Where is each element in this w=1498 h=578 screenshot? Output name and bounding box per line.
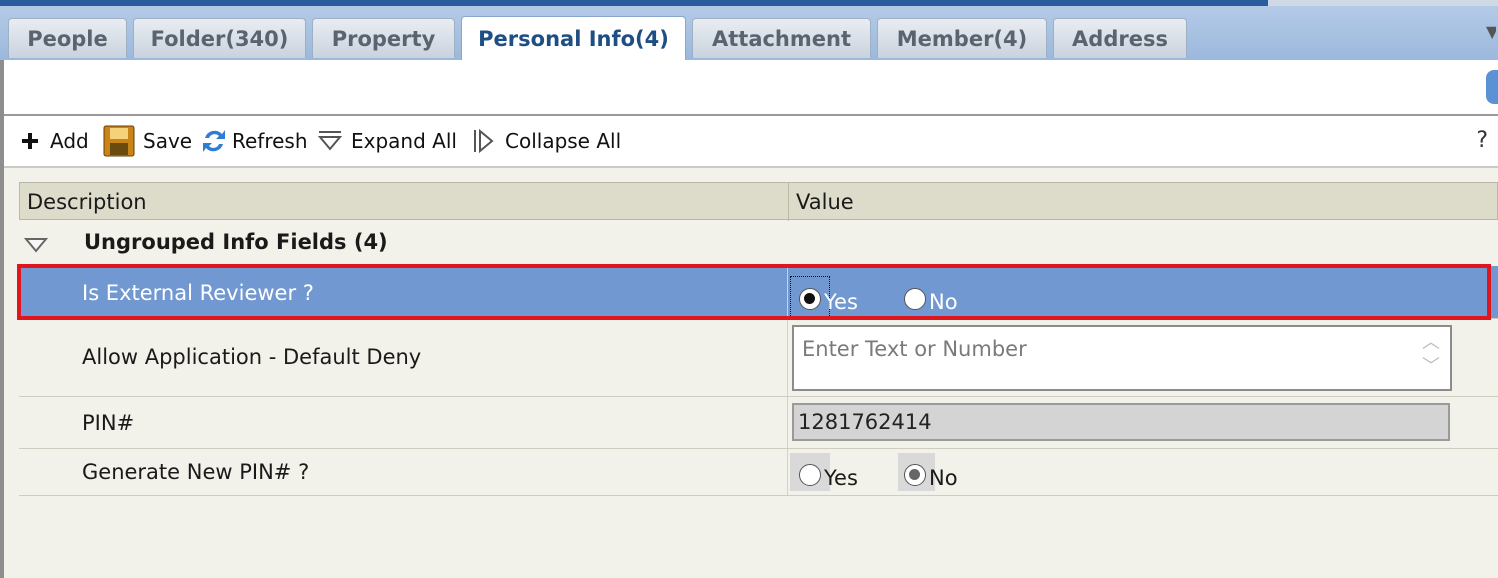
table-row: Allow Application - Default Deny Enter T… (19, 319, 1498, 397)
column-divider (787, 397, 788, 448)
save-label: Save (143, 129, 193, 153)
collapse-triangle-icon[interactable] (23, 234, 49, 258)
radio-circle (904, 288, 926, 310)
refresh-icon (200, 125, 228, 157)
generate-pin-yes-radio[interactable]: Yes (799, 460, 858, 490)
expand-all-button[interactable]: Expand All (317, 124, 457, 158)
toolbar: Add Save Refresh Expand All Collapse All… (4, 116, 1498, 168)
collapse-all-button[interactable]: Collapse All (471, 124, 621, 158)
row-label: Is External Reviewer ? (82, 281, 314, 305)
grid-header: Description Value (19, 182, 1498, 221)
tab-address[interactable]: Address (1053, 18, 1187, 58)
column-divider (787, 449, 788, 495)
radio-label: Yes (824, 466, 858, 490)
tab-scroll-icon[interactable]: ▼ (1486, 22, 1496, 52)
external-reviewer-no-radio[interactable]: No (904, 284, 958, 314)
plus-icon (18, 129, 42, 153)
radio-label: No (929, 466, 958, 490)
textarea-placeholder: Enter Text or Number (802, 337, 1027, 361)
column-header-description[interactable]: Description (27, 190, 147, 214)
column-divider (787, 266, 788, 318)
table-row: Generate New PIN# ? Yes No (19, 449, 1498, 496)
refresh-label: Refresh (232, 129, 308, 153)
generate-pin-no-radio[interactable]: No (904, 460, 958, 490)
radio-circle (799, 288, 821, 310)
radio-label: Yes (824, 290, 858, 314)
group-row[interactable]: Ungrouped Info Fields (4) (19, 220, 1498, 266)
allow-application-textarea[interactable]: Enter Text or Number ︿ ﹀ (792, 325, 1452, 391)
radio-circle (904, 464, 926, 486)
expand-all-label: Expand All (351, 129, 457, 153)
add-button[interactable]: Add (18, 124, 89, 158)
row-label: Allow Application - Default Deny (82, 345, 422, 369)
refresh-button[interactable]: Refresh (200, 124, 308, 158)
tab-personal-info[interactable]: Personal Info(4) (461, 16, 686, 60)
column-header-value[interactable]: Value (796, 190, 854, 214)
table-row[interactable]: Is External Reviewer ? Yes No (19, 266, 1498, 319)
column-divider (788, 183, 789, 221)
group-title: Ungrouped Info Fields (4) (84, 230, 388, 254)
row-label: PIN# (82, 411, 135, 435)
info-fields-grid: Description Value Ungrouped Info Fields … (19, 182, 1498, 578)
tab-attachment[interactable]: Attachment (692, 18, 871, 58)
save-button[interactable]: Save (103, 124, 192, 158)
radio-label: No (929, 290, 958, 314)
radio-circle (799, 464, 821, 486)
floppy-disk-icon (103, 125, 135, 157)
expand-all-icon (317, 128, 343, 154)
column-divider (787, 319, 788, 396)
add-label: Add (50, 129, 89, 153)
tab-member[interactable]: Member(4) (877, 18, 1047, 58)
pin-field: 1281762414 (792, 403, 1450, 441)
table-row: PIN# 1281762414 (19, 397, 1498, 449)
side-toggle-icon[interactable] (1486, 70, 1498, 104)
tab-bar: People Folder(340) Property Personal Inf… (0, 6, 1498, 61)
pin-value: 1281762414 (798, 410, 932, 434)
tab-property[interactable]: Property (312, 18, 455, 58)
tab-folder[interactable]: Folder(340) (133, 18, 306, 58)
external-reviewer-yes-radio[interactable]: Yes (799, 284, 858, 314)
help-icon[interactable]: ? (1476, 128, 1488, 153)
tab-people[interactable]: People (8, 18, 127, 58)
textarea-scroll-icon[interactable]: ︿ ﹀ (1418, 331, 1444, 385)
collapse-all-icon (471, 128, 497, 154)
collapse-all-label: Collapse All (505, 129, 622, 153)
subheader-bar (4, 60, 1498, 116)
row-label: Generate New PIN# ? (82, 460, 310, 484)
